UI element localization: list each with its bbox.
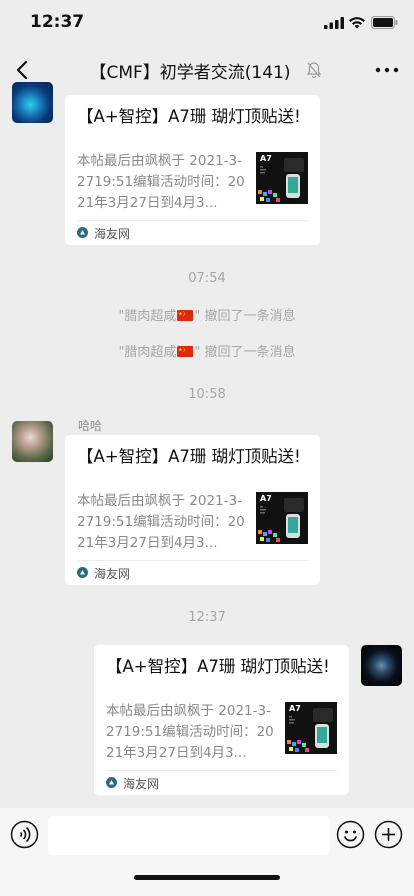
plus-icon[interactable]: [374, 820, 403, 849]
china-flag-icon: [177, 346, 194, 357]
message-input[interactable]: [48, 816, 330, 855]
message-input-bar: [0, 808, 414, 896]
voice-icon[interactable]: [10, 820, 39, 849]
source-label: 海友网: [94, 567, 131, 581]
recall-text: " 撤回了一条消息: [194, 309, 296, 324]
chat-title: 【CMF】初学者交流(141): [89, 63, 291, 83]
card-divider: [77, 560, 308, 561]
link-card[interactable]: 【A+智控】A7珊 瑚灯顶贴送! 本帖最后由飒枫于 2021-3-2719:51…: [65, 95, 320, 245]
card-divider: [106, 770, 337, 771]
product-image: [258, 498, 304, 542]
link-card[interactable]: 【A+智控】A7珊 瑚灯顶贴送! 本帖最后由飒枫于 2021-3-2719:51…: [65, 435, 320, 585]
recall-notice: "腊肉超咸 " 撤回了一条消息: [0, 341, 414, 360]
status-bar: 12:37: [0, 0, 414, 48]
card-divider: [77, 220, 308, 221]
chat-header: 【CMF】初学者交流(141): [0, 48, 414, 92]
card-title: 【A+智控】A7珊 瑚灯顶贴送!: [77, 447, 301, 466]
card-description: 本帖最后由飒枫于 2021-3-2719:51编辑活动时间：2021年3月27日…: [106, 703, 274, 761]
card-thumbnail: A7: [285, 702, 337, 754]
site-logo-icon: [77, 567, 88, 578]
home-indicator[interactable]: [134, 875, 280, 880]
battery-icon: [371, 16, 398, 29]
card-thumbnail: A7: [256, 152, 308, 204]
timestamp: 07:54: [188, 271, 226, 286]
wifi-icon: [349, 17, 365, 29]
site-logo-icon: [77, 227, 88, 238]
avatar[interactable]: [361, 645, 402, 686]
card-description: 本帖最后由飒枫于 2021-3-2719:51编辑活动时间：2021年3月27日…: [77, 493, 245, 551]
chevron-left-icon[interactable]: [12, 58, 34, 82]
status-time: 12:37: [30, 12, 85, 32]
card-title: 【A+智控】A7珊 瑚灯顶贴送!: [106, 657, 330, 676]
sender-name: 哈哈: [78, 417, 102, 434]
cellular-signal-icon: [324, 17, 344, 29]
sender-name-text: 哈哈: [78, 419, 103, 433]
china-flag-icon: [177, 310, 194, 321]
timestamp: 10:58: [188, 387, 226, 402]
source-label: 海友网: [123, 777, 160, 791]
recall-notice: "腊肉超咸 " 撤回了一条消息: [0, 305, 414, 324]
card-thumbnail: A7: [256, 492, 308, 544]
timestamp: 12:37: [188, 610, 226, 625]
recall-sender: "腊肉超咸: [118, 309, 177, 324]
product-image: [258, 158, 304, 202]
avatar[interactable]: [12, 82, 53, 123]
recall-text: " 撤回了一条消息: [194, 345, 296, 360]
recall-sender: "腊肉超咸: [118, 345, 177, 360]
card-description: 本帖最后由飒枫于 2021-3-2719:51编辑活动时间：2021年3月27日…: [77, 153, 245, 211]
bell-off-icon: [306, 62, 322, 79]
source-label: 海友网: [94, 227, 131, 241]
ellipsis-icon[interactable]: [372, 60, 402, 80]
site-logo-icon: [106, 777, 117, 788]
link-card[interactable]: 【A+智控】A7珊 瑚灯顶贴送! 本帖最后由飒枫于 2021-3-2719:51…: [94, 645, 349, 795]
emoji-icon[interactable]: [336, 820, 365, 849]
avatar[interactable]: [12, 421, 53, 462]
card-title: 【A+智控】A7珊 瑚灯顶贴送!: [77, 107, 301, 126]
product-image: [287, 708, 333, 752]
